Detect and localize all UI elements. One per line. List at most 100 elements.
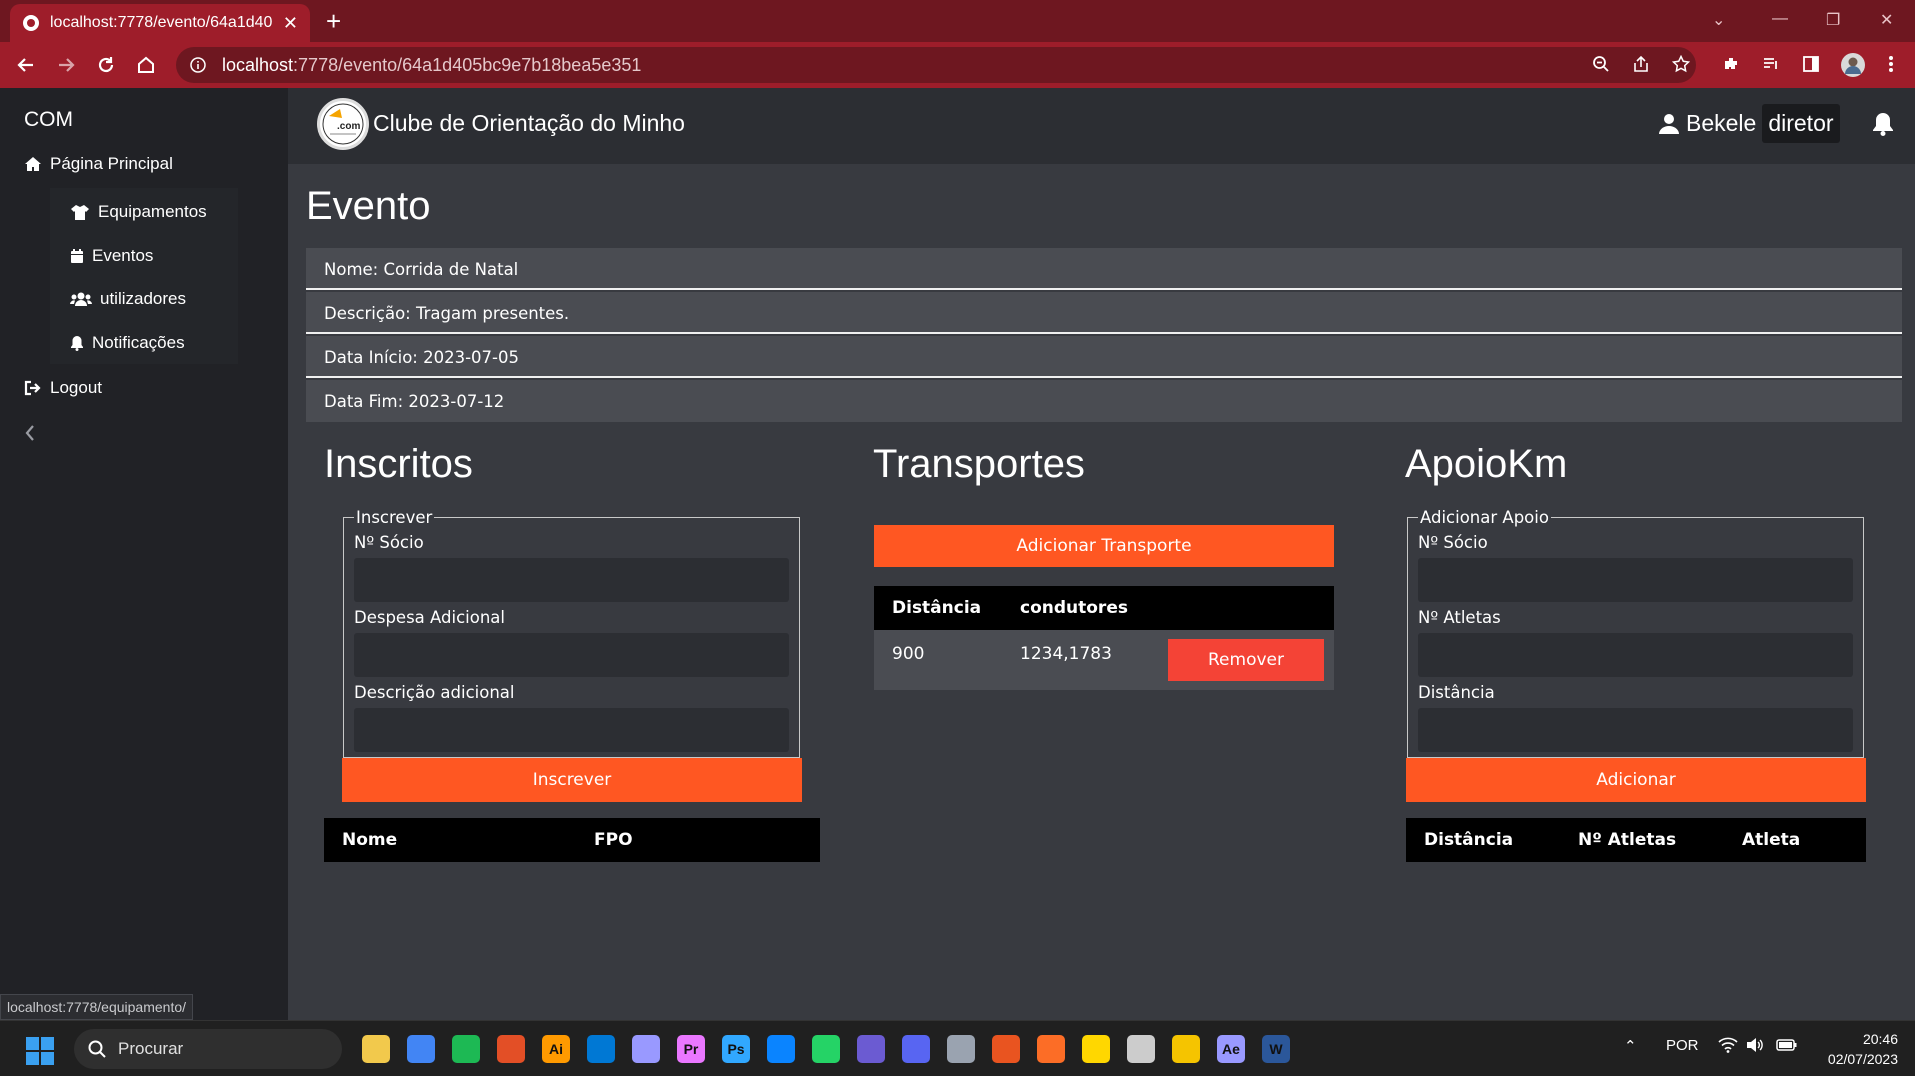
bell-icon <box>70 335 84 351</box>
socio-input[interactable] <box>354 558 789 602</box>
column-header-distancia[interactable]: Distância <box>1424 830 1513 850</box>
site-info-icon[interactable] <box>190 57 206 73</box>
browser-menu-icon[interactable] <box>1888 55 1894 73</box>
sidebar-brand[interactable]: COM <box>24 108 73 132</box>
inscrever-legend: Inscrever <box>356 508 433 527</box>
home-icon <box>24 156 42 172</box>
taskbar-search[interactable]: Procurar <box>74 1029 342 1069</box>
column-header-fpo[interactable]: FPO <box>594 830 633 850</box>
apoiokm-title: ApoioKm <box>1405 442 1568 486</box>
taskbar-app-icon[interactable]: Pr <box>677 1035 705 1063</box>
adicionar-apoio-form: Adicionar Apoio Nº Sócio Nº Atletas Dist… <box>1407 508 1864 758</box>
reading-list-icon[interactable] <box>1762 55 1780 73</box>
users-icon <box>70 291 92 307</box>
zoom-icon[interactable] <box>1592 55 1610 73</box>
sidebar: COM Página Principal Equipamentos Evento… <box>0 88 288 1020</box>
sidebar-item-utilizadores[interactable]: utilizadores <box>70 289 186 309</box>
taskbar-app-icon[interactable] <box>587 1035 615 1063</box>
taskbar-app-icon[interactable]: Ae <box>1217 1035 1245 1063</box>
search-placeholder: Procurar <box>118 1039 184 1058</box>
collapse-sidebar-icon[interactable] <box>24 424 36 442</box>
club-logo[interactable]: .com <box>317 98 369 150</box>
link-status-bar: localhost:7778/equipamento/ <box>0 994 194 1020</box>
volume-icon[interactable] <box>1746 1037 1764 1053</box>
apoio-table-header: Distância Nº Atletas Atleta <box>1406 818 1866 862</box>
input-language[interactable]: POR <box>1666 1037 1699 1054</box>
minimize-icon[interactable]: — <box>1772 10 1788 28</box>
windows-start-icon[interactable] <box>26 1037 54 1065</box>
reload-icon[interactable] <box>96 55 116 75</box>
user-menu[interactable]: Bekele diretor <box>1658 104 1840 143</box>
column-header-atleta[interactable]: Atleta <box>1742 830 1800 850</box>
tab-search-icon[interactable]: ⌄ <box>1712 10 1725 30</box>
sidebar-item-label: Notificações <box>92 333 185 352</box>
taskbar-app-icon[interactable] <box>1172 1035 1200 1063</box>
taskbar-app-icon[interactable] <box>407 1035 435 1063</box>
close-window-icon[interactable]: ✕ <box>1880 10 1893 30</box>
taskbar-app-icon[interactable] <box>992 1035 1020 1063</box>
tray-overflow-icon[interactable]: ⌃ <box>1624 1037 1637 1055</box>
taskbar-app-icon[interactable] <box>452 1035 480 1063</box>
sidebar-item-notificacoes[interactable]: Notificações <box>70 333 185 353</box>
address-bar[interactable]: localhost:7778/evento/64a1d405bc9e7b18be… <box>176 47 1696 83</box>
descricao-input[interactable] <box>354 708 789 752</box>
side-panel-icon[interactable] <box>1802 55 1820 73</box>
sidebar-item-home[interactable]: Página Principal <box>24 154 173 174</box>
tab-close-icon[interactable]: ✕ <box>283 14 298 32</box>
bookmark-star-icon[interactable] <box>1672 55 1690 73</box>
inscritos-table-header: Nome FPO <box>324 818 820 862</box>
inscrever-button[interactable]: Inscrever <box>342 758 802 802</box>
taskbar-app-icon[interactable] <box>362 1035 390 1063</box>
taskbar-app-icon[interactable] <box>947 1035 975 1063</box>
calendar-icon <box>70 248 84 264</box>
table-row: 900 1234,1783 Remover <box>874 630 1334 690</box>
sidebar-item-label: Eventos <box>92 246 154 265</box>
notifications-bell-icon[interactable] <box>1872 112 1894 136</box>
wifi-icon[interactable] <box>1718 1037 1738 1053</box>
taskbar-app-icon[interactable] <box>767 1035 795 1063</box>
profile-avatar[interactable] <box>1840 52 1866 78</box>
home-icon[interactable] <box>136 55 156 75</box>
new-tab-icon[interactable]: + <box>326 8 341 34</box>
taskbar-app-icon[interactable] <box>902 1035 930 1063</box>
adicionar-transporte-button[interactable]: Adicionar Transporte <box>874 525 1334 567</box>
adicionar-apoio-button[interactable]: Adicionar <box>1406 758 1866 802</box>
maximize-icon[interactable]: ❐ <box>1826 10 1840 30</box>
sidebar-submenu: Equipamentos Eventos utilizadores Notifi… <box>50 188 238 364</box>
taskbar-app-icon[interactable] <box>812 1035 840 1063</box>
back-icon[interactable] <box>16 55 36 75</box>
taskbar-app-icon[interactable] <box>1127 1035 1155 1063</box>
taskbar-app-icon[interactable] <box>1037 1035 1065 1063</box>
apoio-atletas-input[interactable] <box>1418 633 1853 677</box>
despesa-input[interactable] <box>354 633 789 677</box>
taskbar-clock[interactable]: 20:46 02/07/2023 <box>1818 1029 1898 1069</box>
descricao-label: Descrição adicional <box>354 683 515 702</box>
share-icon[interactable] <box>1632 55 1650 73</box>
column-header-atletas[interactable]: Nº Atletas <box>1578 830 1676 850</box>
taskbar-app-icon[interactable] <box>857 1035 885 1063</box>
taskbar-app-icon[interactable] <box>1082 1035 1110 1063</box>
taskbar-app-icon[interactable] <box>632 1035 660 1063</box>
apoio-socio-input[interactable] <box>1418 558 1853 602</box>
transportes-table-header: Distância condutores <box>874 586 1334 630</box>
sidebar-item-eventos[interactable]: Eventos <box>70 246 153 266</box>
browser-tab[interactable]: localhost:7778/evento/64a1d405 ✕ <box>10 4 310 42</box>
app-header: .com Clube de Orientação do Minho Bekele… <box>288 88 1915 164</box>
taskbar-app-icon[interactable] <box>497 1035 525 1063</box>
remover-transporte-button[interactable]: Remover <box>1168 639 1324 681</box>
battery-icon[interactable] <box>1776 1037 1798 1053</box>
apoio-distancia-input[interactable] <box>1418 708 1853 752</box>
taskbar-app-icon[interactable]: Ai <box>542 1035 570 1063</box>
user-icon <box>1658 113 1680 135</box>
transporte-distancia: 900 <box>892 644 925 664</box>
taskbar-app-icon[interactable]: W <box>1262 1035 1290 1063</box>
sidebar-item-logout[interactable]: Logout <box>24 378 102 398</box>
event-description-row: Descrição: Tragam presentes. <box>306 292 1902 334</box>
taskbar-app-icon[interactable]: Ps <box>722 1035 750 1063</box>
column-header-condutores[interactable]: condutores <box>1020 598 1128 618</box>
forward-icon[interactable] <box>56 55 76 75</box>
extensions-icon[interactable] <box>1722 55 1740 73</box>
column-header-nome[interactable]: Nome <box>342 830 397 850</box>
sidebar-item-equipamentos[interactable]: Equipamentos <box>70 202 207 222</box>
column-header-distancia[interactable]: Distância <box>892 598 981 618</box>
